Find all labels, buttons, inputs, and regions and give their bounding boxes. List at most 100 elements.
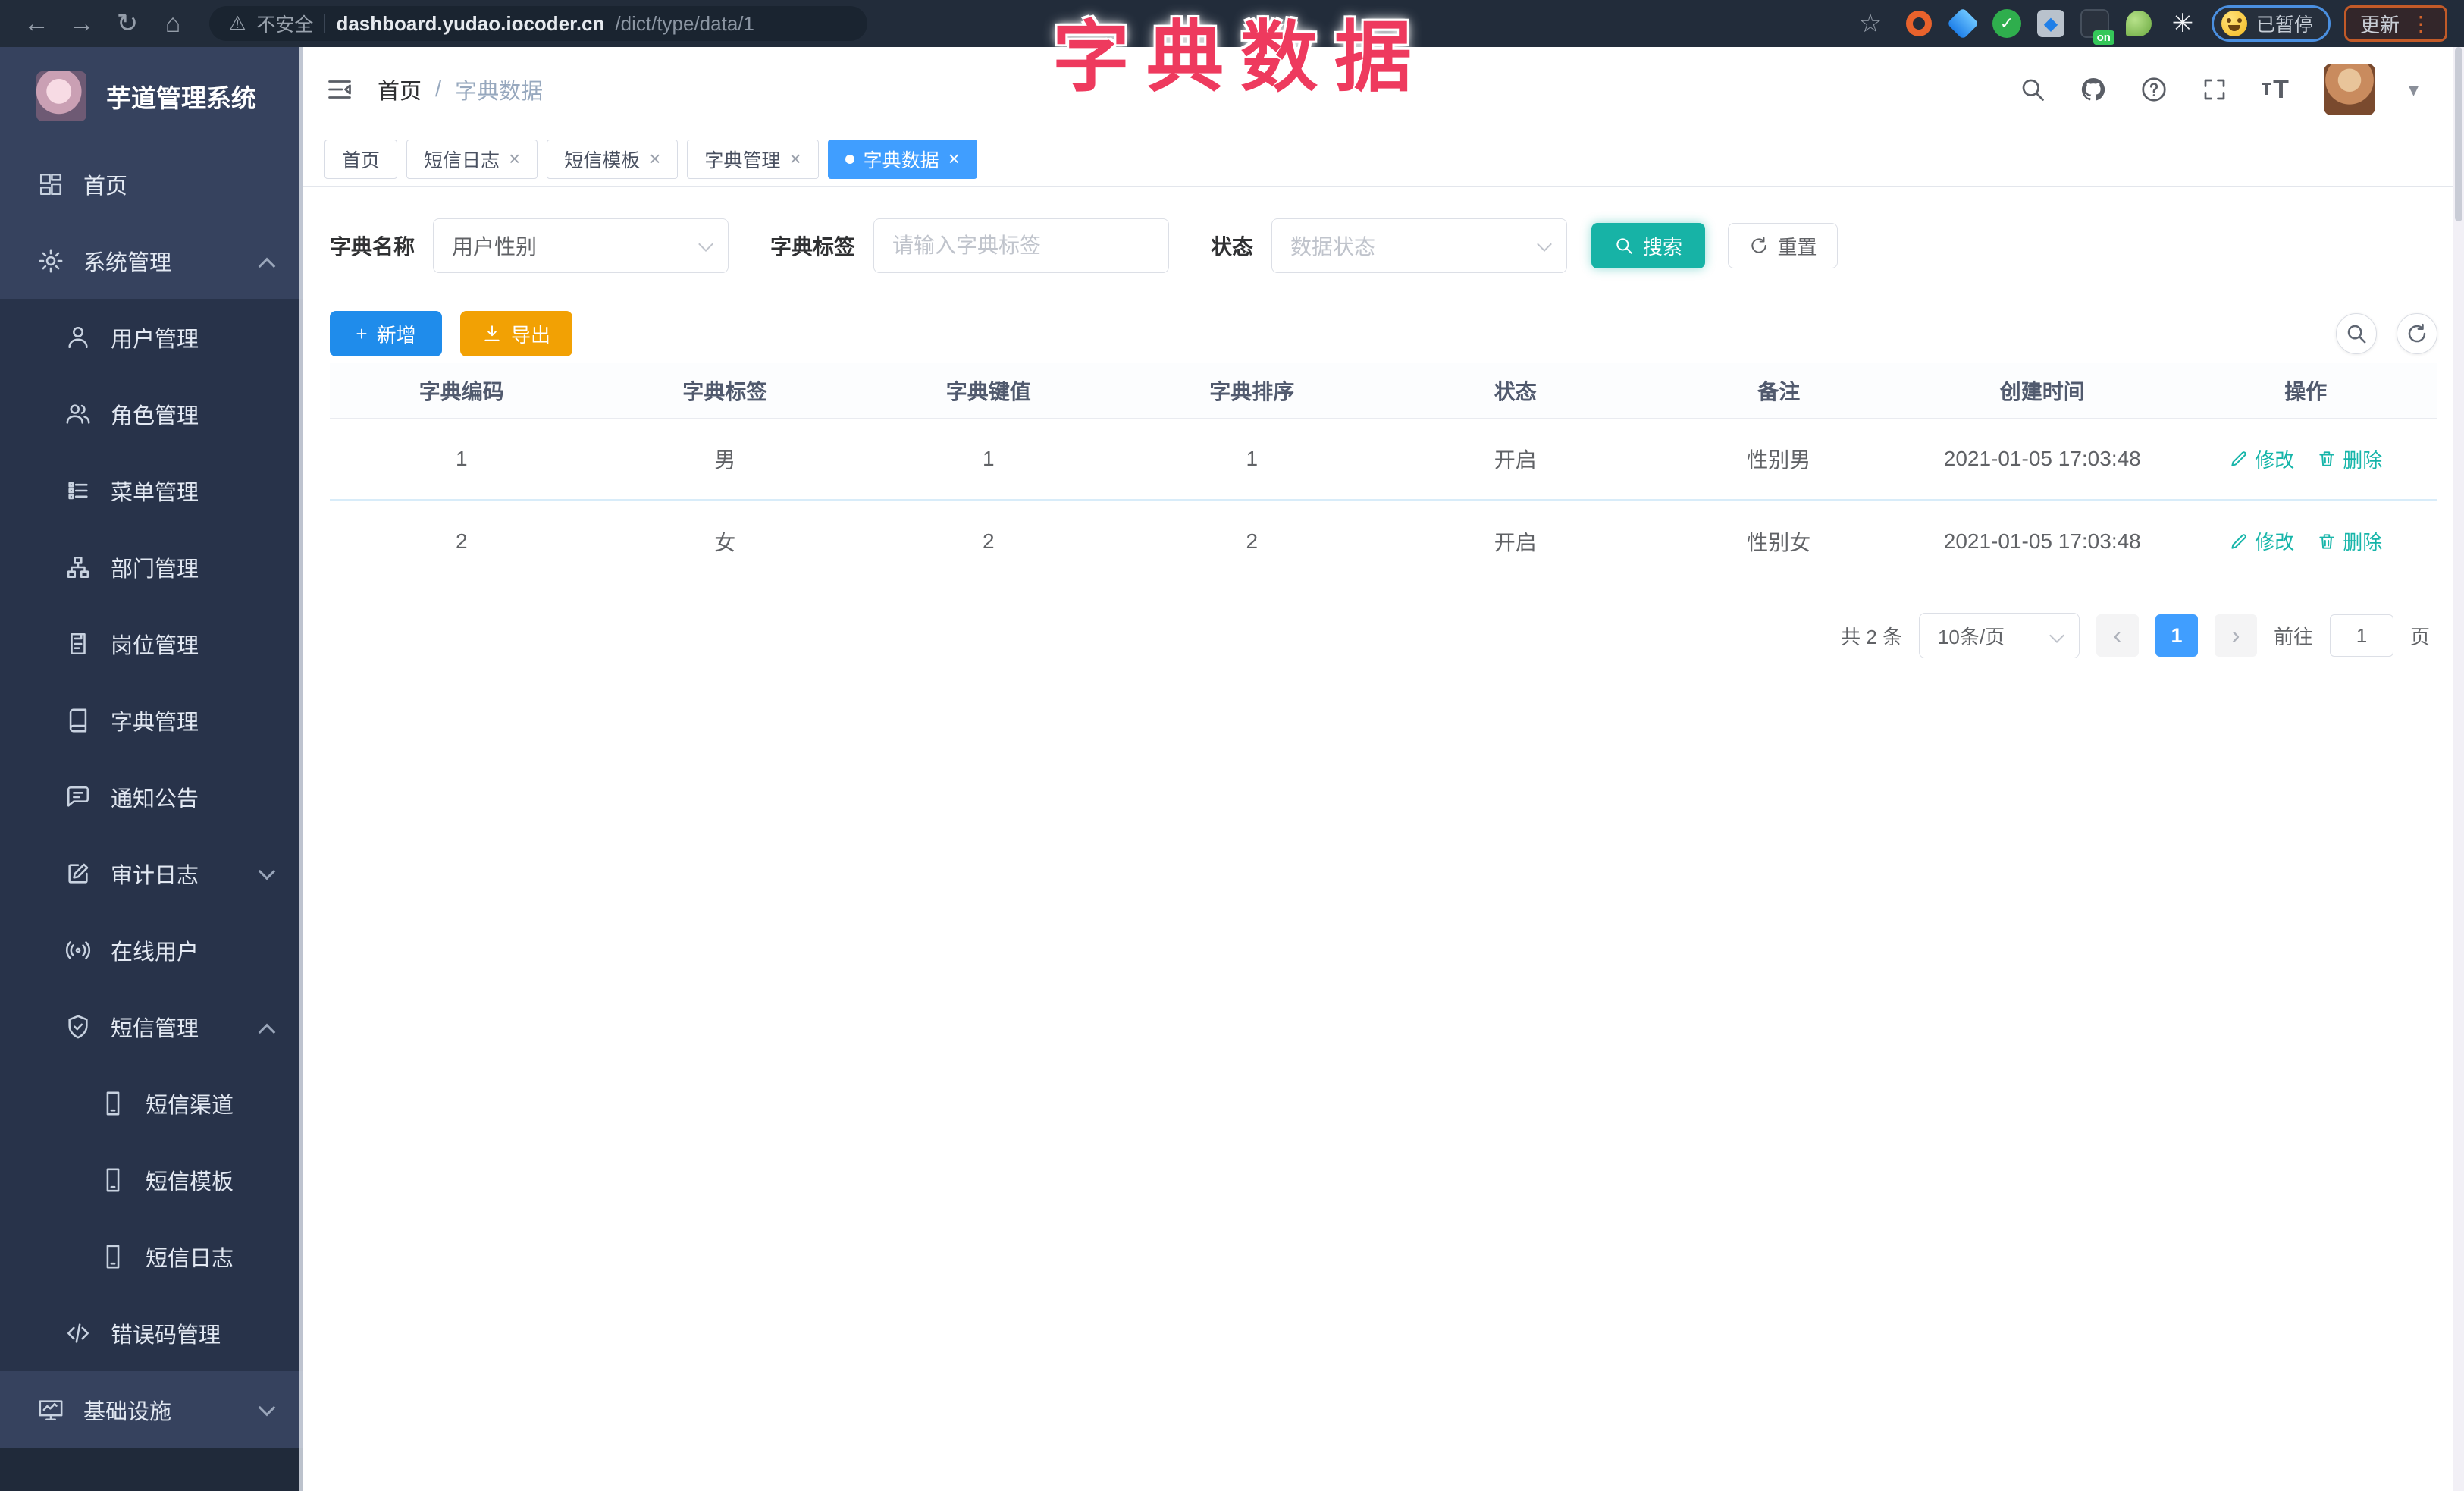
extension-leaf-icon[interactable]: [2124, 8, 2154, 39]
trash-icon: [2317, 449, 2337, 469]
app-title: 芋道管理系统: [106, 84, 256, 112]
chevron-down-icon: [1537, 237, 1552, 252]
cell-remark: 性别男: [1747, 448, 1811, 472]
filter-form: 字典名称 用户性别 字典标签 状态 数据状态 搜索 重置: [330, 218, 2437, 273]
emoji-avatar: [2221, 11, 2247, 36]
scrollbar-thumb[interactable]: [2455, 47, 2462, 221]
profile-paused-chip[interactable]: 已暂停: [2211, 5, 2331, 42]
close-icon[interactable]: [789, 147, 801, 171]
add-button[interactable]: 新增: [330, 311, 442, 356]
search-icon[interactable]: [2019, 76, 2046, 103]
sidebar-item-user-mgmt[interactable]: 用户管理: [0, 299, 303, 375]
sidebar-item-sms-log[interactable]: 短信日志: [0, 1218, 303, 1295]
help-icon[interactable]: [2140, 76, 2168, 103]
badge-icon: [65, 631, 91, 657]
table-toolbar: 新增 导出: [330, 311, 2437, 356]
delete-link[interactable]: 删除: [2317, 527, 2382, 555]
sidebar-item-sms-template[interactable]: 短信模板: [0, 1141, 303, 1218]
gear-icon: [38, 248, 64, 274]
github-icon[interactable]: [2080, 76, 2107, 103]
extension-switch-icon[interactable]: on: [2080, 8, 2114, 45]
browser-menu-icon: [2410, 11, 2431, 36]
font-size-icon[interactable]: [2262, 75, 2290, 105]
toggle-search-button[interactable]: [2336, 313, 2377, 354]
app-logo-block[interactable]: 芋道管理系统: [0, 47, 303, 146]
cell-value: 1: [982, 447, 995, 470]
dict-label-input[interactable]: [873, 218, 1170, 273]
extension-orange-icon[interactable]: [1904, 8, 1934, 39]
col-header-remark: 备注: [1757, 380, 1801, 403]
sidebar-item-label: 通知公告: [111, 786, 199, 811]
sidebar-item-label: 基础设施: [83, 1399, 172, 1424]
tab-sms-template[interactable]: 短信模板: [547, 139, 679, 179]
status-select[interactable]: 数据状态: [1271, 218, 1568, 273]
browser-toolbar: 不安全 dashboard.yudao.iocoder.cn /dict/typ…: [0, 0, 2464, 47]
sidebar-item-audit-log[interactable]: 审计日志: [0, 835, 303, 912]
export-button[interactable]: 导出: [460, 311, 572, 356]
sidebar-item-menu-mgmt[interactable]: 菜单管理: [0, 452, 303, 529]
sidebar-item-post-mgmt[interactable]: 岗位管理: [0, 605, 303, 682]
menu-list-icon: [65, 478, 91, 504]
extension-vue-icon[interactable]: [1992, 8, 2022, 39]
refresh-button[interactable]: [2397, 313, 2437, 354]
tab-home[interactable]: 首页: [324, 139, 398, 179]
sidebar-item-label: 角色管理: [111, 403, 199, 428]
fullscreen-icon[interactable]: [2201, 76, 2228, 103]
delete-link[interactable]: 删除: [2317, 445, 2382, 473]
close-icon[interactable]: [948, 147, 960, 171]
sidebar-item-error-code[interactable]: 错误码管理: [0, 1295, 303, 1371]
dict-name-select[interactable]: 用户性别: [433, 218, 729, 273]
col-header-code: 字典编码: [419, 380, 504, 403]
edit-link[interactable]: 修改: [2229, 527, 2294, 555]
sidebar-item-system-mgmt[interactable]: 系统管理: [0, 222, 303, 299]
extension-stats-icon[interactable]: ◆: [2036, 8, 2066, 39]
close-icon[interactable]: [649, 147, 660, 171]
page-size-select[interactable]: 10条/页: [1918, 613, 2080, 658]
url-domain: dashboard.yudao.iocoder.cn: [336, 11, 605, 35]
window-scrollbar[interactable]: [2453, 47, 2464, 1491]
tab-sms-log[interactable]: 短信日志: [406, 139, 538, 179]
edit-link[interactable]: 修改: [2229, 445, 2294, 473]
extension-puzzle-icon[interactable]: ✳: [2168, 8, 2198, 39]
sidebar-item-sms-channel[interactable]: 短信渠道: [0, 1065, 303, 1141]
chevron-down-icon: [258, 1398, 276, 1417]
prev-page-button[interactable]: [2096, 614, 2139, 657]
url-path: /dict/type/data/1: [615, 11, 754, 35]
sidebar-toggle-icon[interactable]: [326, 76, 353, 103]
browser-home-icon[interactable]: [153, 5, 193, 42]
total-count: 共 2 条: [1841, 625, 1902, 648]
sidebar-item-home[interactable]: 首页: [0, 146, 303, 222]
chevron-up-icon: [258, 1023, 276, 1041]
next-page-button[interactable]: [2214, 614, 2257, 657]
browser-back-icon[interactable]: [17, 5, 56, 42]
sidebar-item-sms-mgmt[interactable]: 短信管理: [0, 988, 303, 1065]
goto-page-input[interactable]: [2329, 614, 2393, 657]
chrome-update-button[interactable]: 更新: [2343, 5, 2447, 42]
refresh-icon: [1749, 236, 1769, 256]
bookmark-star-icon[interactable]: [1851, 5, 1890, 42]
extension-gem-icon[interactable]: [1946, 7, 1980, 40]
dict-name-value: 用户性别: [452, 235, 538, 259]
phone-icon: [100, 1167, 126, 1193]
breadcrumb-home-link[interactable]: 首页: [378, 74, 422, 105]
user-avatar[interactable]: [2323, 64, 2375, 115]
browser-reload-icon[interactable]: [108, 5, 147, 42]
close-icon[interactable]: [509, 147, 520, 171]
sidebar-item-dept-mgmt[interactable]: 部门管理: [0, 529, 303, 605]
address-bar[interactable]: 不安全 dashboard.yudao.iocoder.cn /dict/typ…: [209, 6, 867, 41]
current-page-button[interactable]: 1: [2155, 614, 2198, 657]
reset-button[interactable]: 重置: [1728, 223, 1839, 268]
browser-forward-icon[interactable]: [62, 5, 102, 42]
avatar-caret-icon[interactable]: [2409, 78, 2419, 102]
sidebar-item-role-mgmt[interactable]: 角色管理: [0, 375, 303, 452]
sidebar-item-label: 用户管理: [111, 327, 199, 352]
tab-dict-mgmt[interactable]: 字典管理: [687, 139, 819, 179]
sidebar-item-notice[interactable]: 通知公告: [0, 758, 303, 835]
sidebar-item-dict-mgmt[interactable]: 字典管理: [0, 682, 303, 758]
cell-status: 开启: [1494, 448, 1537, 472]
cell-status: 开启: [1494, 530, 1537, 554]
tab-dict-data[interactable]: 字典数据: [827, 139, 977, 179]
sidebar-item-online-users[interactable]: 在线用户: [0, 912, 303, 988]
search-button[interactable]: 搜索: [1591, 223, 1706, 268]
sidebar-item-infrastructure[interactable]: 基础设施: [0, 1371, 303, 1448]
